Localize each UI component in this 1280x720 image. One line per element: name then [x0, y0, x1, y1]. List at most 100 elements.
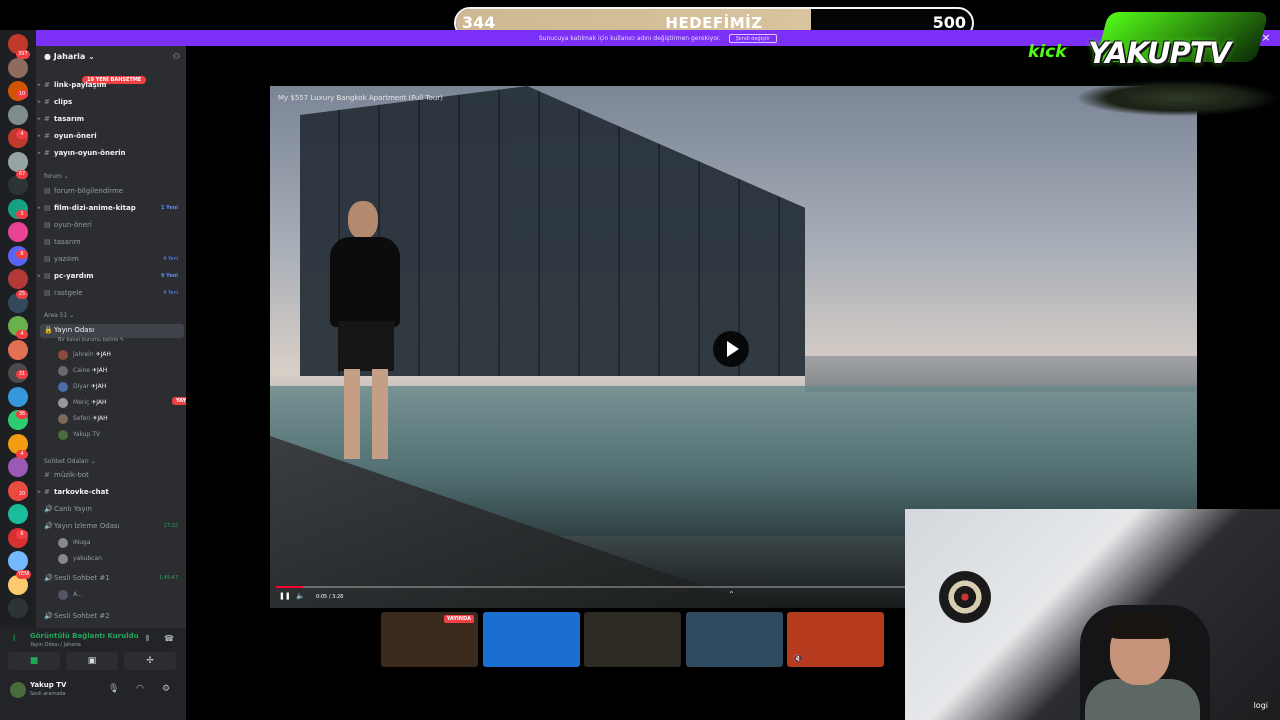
channel-item[interactable]: ▤ oyun-öneri: [44, 218, 184, 232]
channel-item[interactable]: ▸ # oyun-öneri: [38, 129, 184, 143]
voice-user[interactable]: Seferi ✈JAH: [58, 412, 180, 426]
voice-user[interactable]: Caine ✈JAH: [58, 364, 180, 378]
forum-icon: ▤: [44, 289, 51, 297]
server-badge: 25: [16, 290, 28, 299]
server-icon[interactable]: [8, 104, 28, 125]
add-user-icon[interactable]: ⚇: [173, 52, 180, 61]
pause-icon[interactable]: ❚❚: [279, 592, 291, 600]
server-icon[interactable]: [8, 551, 28, 571]
chevron-right-icon: ▸: [38, 99, 41, 105]
voice-user-name: Yakup TV: [73, 431, 101, 438]
lock-icon: 🔒: [44, 326, 53, 334]
avatar: [58, 589, 68, 600]
voice-user[interactable]: Diyar ✈JAH: [58, 380, 180, 394]
category-header[interactable]: forum ⌄: [44, 173, 69, 180]
server-badge: 397: [16, 50, 30, 59]
channel-item[interactable]: 🔊Yayın İzleme Odası 17:32: [44, 519, 184, 533]
noise-icon[interactable]: ⫴: [146, 634, 149, 644]
voice-user[interactable]: Meriç ✈JAH: [58, 396, 180, 410]
server-icon[interactable]: [8, 269, 28, 289]
server-icon[interactable]: [8, 457, 28, 477]
stream-tile[interactable]: YAYINDA: [381, 612, 478, 667]
server-badge: YENİ: [16, 570, 32, 579]
hash-icon: #: [44, 471, 50, 479]
stream-tile[interactable]: [482, 612, 580, 667]
my-username[interactable]: Yakup TV: [30, 681, 66, 689]
voice-user[interactable]: yakubcan: [58, 552, 180, 566]
channel-label: Yayın Odası: [54, 326, 95, 334]
category-header[interactable]: Sohbet Odaları ⌄: [44, 458, 96, 465]
brand-text: YAKUPTV: [1088, 36, 1231, 70]
voice-channel[interactable]: 🔒Yayın Odası: [44, 323, 184, 337]
channel-label: Sesli Sohbet #2: [54, 612, 110, 620]
avatar[interactable]: [10, 682, 26, 698]
channel-item[interactable]: ▸ ▤ pc-yardım 9 Yeni: [38, 269, 184, 283]
channel-item[interactable]: ▤ forum-bilgilendirme: [44, 184, 184, 198]
channel-item[interactable]: ▸ ▤ film-dizi-anime-kitap 1 Yeni: [38, 201, 184, 215]
voice-user-name: Meriç: [73, 399, 90, 406]
unread-count: 9 Yeni: [160, 273, 178, 279]
voice-user[interactable]: jahrein ✈JAH: [58, 348, 180, 362]
server-icon[interactable]: [8, 598, 28, 618]
person-figure: [320, 201, 410, 481]
channel-item[interactable]: ▤ yazılım 4 Yeni: [44, 252, 184, 266]
channel-item[interactable]: 🔊Canlı Yayın: [44, 502, 184, 516]
channel-label: tarkovke-chat: [54, 488, 109, 496]
play-button[interactable]: [713, 331, 749, 367]
forum-icon: ▤: [44, 255, 51, 263]
gear-icon[interactable]: ⚙: [162, 684, 170, 694]
streamer-body: [1085, 679, 1200, 720]
channel-item[interactable]: ▤ tasarım: [44, 235, 184, 249]
hash-icon: #: [44, 488, 50, 496]
activities-button[interactable]: ✢: [124, 652, 176, 670]
user-tag: ✈JAH: [93, 351, 111, 358]
notice-button[interactable]: Şimdi değiştir: [728, 33, 778, 43]
server-icon[interactable]: [8, 386, 28, 407]
channel-label: film-dizi-anime-kitap: [54, 204, 136, 212]
my-status: Sesli aramada: [30, 691, 66, 697]
server-name[interactable]: ● Jaharia ⌄: [44, 52, 95, 61]
channel-item[interactable]: # müzik-bot: [44, 468, 184, 482]
channel-item[interactable]: ▸ # link-paylaşım: [38, 78, 184, 92]
channel-item[interactable]: ▸ # tasarım: [38, 112, 184, 126]
webcam-overlay: logi: [905, 509, 1280, 720]
voice-status[interactable]: Bir kanal durumu belirle ✎: [58, 337, 124, 343]
voice-channel[interactable]: 🔊Sesli Sohbet #1 1:49:47: [44, 571, 184, 585]
stream-tile[interactable]: [584, 612, 681, 667]
voice-user[interactable]: A...: [58, 588, 180, 602]
chevron-right-icon: ▸: [38, 133, 41, 139]
server-icon[interactable]: [8, 339, 28, 360]
channel-item[interactable]: ▸ # yayın-oyun-önerin: [38, 146, 184, 160]
screen-share-button[interactable]: ▣: [66, 652, 118, 670]
server-icon[interactable]: [8, 504, 28, 524]
server-icon[interactable]: [8, 222, 28, 242]
avatar: [58, 429, 68, 440]
voice-connection-panel: ⌇ Görüntülü Bağlantı Kuruldu Yayın Odası…: [0, 628, 186, 720]
voice-user[interactable]: INuga: [58, 536, 180, 550]
microphone-icon[interactable]: 🎙: [108, 684, 119, 694]
voice-channel[interactable]: 🔊Sesli Sohbet #2: [44, 609, 184, 623]
channel-item[interactable]: ▸ # tarkovke-chat: [38, 485, 184, 499]
speaker-icon: 🔊: [44, 505, 53, 513]
channel-item[interactable]: ▤ rastgele 4 Yeni: [44, 286, 184, 300]
server-icon[interactable]: [8, 57, 28, 78]
voice-panel-sub[interactable]: Yayın Odası / Jaharia: [30, 642, 81, 648]
video-title: My $557 Luxury Bangkok Apartment (Full T…: [278, 94, 443, 102]
speaker-icon: 🔊: [44, 612, 53, 620]
channel-item[interactable]: ▸ # clips: [38, 95, 184, 109]
channel-label: Yayın İzleme Odası: [54, 522, 120, 530]
camera-button[interactable]: ■: [8, 652, 60, 670]
server-icon[interactable]: [8, 151, 28, 172]
stream-tile[interactable]: [685, 612, 783, 667]
stream-tile[interactable]: 🔇: [787, 612, 884, 667]
voice-user[interactable]: Yakup TV: [58, 428, 180, 442]
disconnect-icon[interactable]: ☎: [164, 634, 174, 643]
headphones-icon[interactable]: ◠: [136, 684, 144, 694]
chevron-up-icon[interactable]: ⌃: [728, 590, 735, 599]
channel-label: müzik-bot: [54, 471, 89, 479]
category-header[interactable]: Area 51 ⌄: [44, 312, 74, 319]
volume-icon[interactable]: 🔈: [296, 592, 305, 600]
voice-user-name: jahrein: [73, 351, 94, 358]
server-badge: 10: [16, 90, 28, 99]
signal-icon: ⌇: [12, 634, 17, 644]
